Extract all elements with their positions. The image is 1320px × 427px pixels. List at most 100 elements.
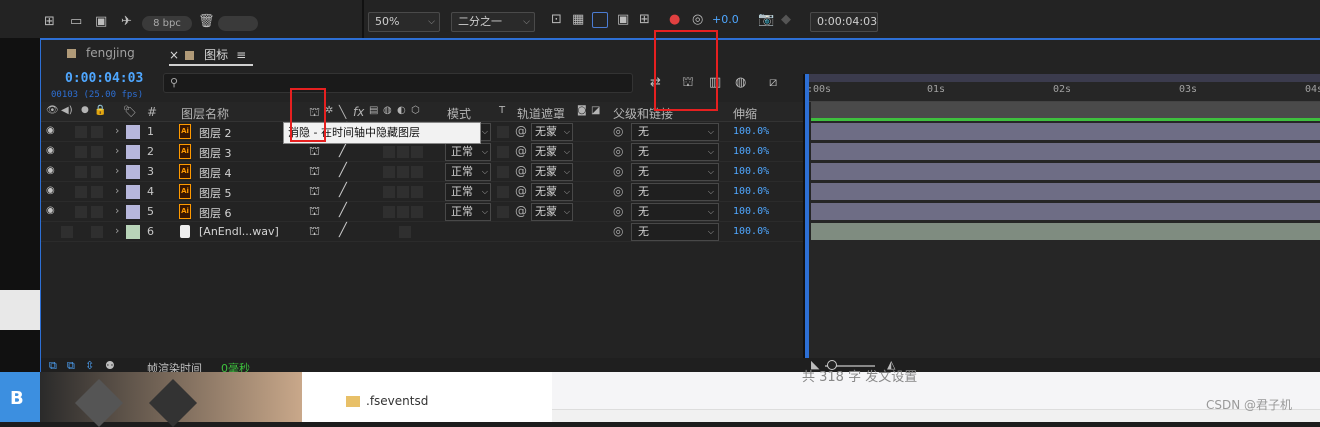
- track-matte-dropdown[interactable]: 无蒙 ⌵: [531, 203, 573, 221]
- solo-toggle[interactable]: [75, 186, 87, 198]
- layer-row[interactable]: ◉ › 3 Ai 图层 4 ⛫ ╱ 正常 ⌵ @ 无蒙 ⌵ ◎ 无 ⌵ 100.0%: [41, 162, 803, 182]
- resolution-dropdown[interactable]: 二分之一 ⌵: [451, 12, 535, 32]
- close-icon[interactable]: ×: [169, 48, 179, 62]
- toolbar-pill[interactable]: [218, 16, 258, 31]
- region-of-interest-icon[interactable]: ⊡: [551, 13, 562, 27]
- eye-icon[interactable]: ◉: [46, 165, 55, 176]
- switch-box[interactable]: [397, 166, 409, 178]
- matte-pickwhip-icon[interactable]: @: [515, 144, 527, 158]
- layer-name[interactable]: 图层 6: [199, 205, 232, 221]
- composition-icon[interactable]: ▣: [95, 15, 107, 29]
- layer-name[interactable]: 图层 4: [199, 165, 232, 181]
- switch-box[interactable]: [399, 226, 411, 238]
- switch-box[interactable]: [383, 186, 395, 198]
- color-channels-icon[interactable]: ●: [669, 13, 680, 27]
- stretch-value[interactable]: 100.0%: [733, 186, 769, 197]
- eye-icon[interactable]: ◉: [46, 125, 55, 136]
- layer-duration-bar[interactable]: [811, 203, 1320, 220]
- layer-name[interactable]: 图层 3: [199, 145, 232, 161]
- shy-switch-icon[interactable]: ⛫: [309, 144, 320, 160]
- track-matte-dropdown[interactable]: 无蒙 ⌵: [531, 183, 573, 201]
- switch-box[interactable]: [411, 186, 423, 198]
- preserve-transparency-toggle[interactable]: [497, 126, 509, 138]
- parent-dropdown[interactable]: 无 ⌵: [631, 183, 719, 201]
- layer-row[interactable]: ◉ › 2 Ai 图层 3 ⛫ ╱ 正常 ⌵ @ 无蒙 ⌵ ◎ 无 ⌵ 100.0%: [41, 142, 803, 162]
- current-time-field[interactable]: 0:00:04:03: [810, 12, 878, 32]
- switch-box[interactable]: [411, 146, 423, 158]
- render-time-icon[interactable]: ⚉: [105, 359, 115, 373]
- label-color-swatch[interactable]: [126, 165, 140, 179]
- switch-box[interactable]: [411, 206, 423, 218]
- solo-toggle[interactable]: [75, 166, 87, 178]
- stretch-value[interactable]: 100.0%: [733, 206, 769, 217]
- eye-icon[interactable]: ◉: [46, 205, 55, 216]
- chevron-right-icon[interactable]: ›: [115, 184, 119, 197]
- label-color-swatch[interactable]: [126, 225, 140, 239]
- parent-pickwhip-icon[interactable]: ◎: [613, 224, 623, 238]
- track-matte-dropdown[interactable]: 无蒙 ⌵: [531, 143, 573, 161]
- preserve-transparency-toggle[interactable]: [497, 146, 509, 158]
- parent-dropdown[interactable]: 无 ⌵: [631, 143, 719, 161]
- layer-name[interactable]: 图层 5: [199, 185, 232, 201]
- eye-icon[interactable]: ◉: [46, 185, 55, 196]
- tab-menu-icon[interactable]: ≡: [236, 48, 246, 62]
- switch-box[interactable]: [383, 206, 395, 218]
- matte-pickwhip-icon[interactable]: @: [515, 184, 527, 198]
- exposure-icon[interactable]: ◎: [692, 13, 703, 27]
- layer-name[interactable]: 图层 2: [199, 125, 232, 141]
- chevron-right-icon[interactable]: ›: [115, 224, 119, 237]
- folder-label[interactable]: .fseventsd: [366, 394, 428, 408]
- current-timecode[interactable]: 0:00:04:03: [65, 71, 143, 86]
- tab-fengjing[interactable]: fengjing: [67, 46, 135, 60]
- graph-editor-icon[interactable]: ⧄: [769, 76, 777, 90]
- track-matte-dropdown[interactable]: 无蒙 ⌵: [531, 163, 573, 181]
- matte-pickwhip-icon[interactable]: @: [515, 204, 527, 218]
- layer-switches-icon[interactable]: ⧉: [49, 359, 57, 373]
- parent-dropdown[interactable]: 无 ⌵: [631, 203, 719, 221]
- layer-row[interactable]: › 6 [AnEndl...wav] ⛫ ╱ ◎ 无 ⌵ 100.0%: [41, 222, 803, 242]
- switch-box[interactable]: [383, 146, 395, 158]
- matte-pickwhip-icon[interactable]: @: [515, 164, 527, 178]
- quality-switch-icon[interactable]: ╱: [339, 203, 347, 218]
- exposure-value[interactable]: +0.0: [712, 13, 739, 27]
- layer-row[interactable]: ◉ › 4 Ai 图层 5 ⛫ ╱ 正常 ⌵ @ 无蒙 ⌵ ◎ 无 ⌵ 100.0%: [41, 182, 803, 202]
- lock-toggle[interactable]: [91, 146, 103, 158]
- transfer-controls-icon[interactable]: ⧉: [67, 359, 75, 373]
- switch-box[interactable]: [411, 166, 423, 178]
- stretch-value[interactable]: 100.0%: [733, 166, 769, 177]
- quality-switch-icon[interactable]: ╱: [339, 223, 347, 238]
- quality-switch-icon[interactable]: ╱: [339, 183, 347, 198]
- parent-dropdown[interactable]: 无 ⌵: [631, 163, 719, 181]
- parent-dropdown[interactable]: 无 ⌵: [631, 223, 719, 241]
- label-color-swatch[interactable]: [126, 185, 140, 199]
- lock-toggle[interactable]: [91, 186, 103, 198]
- parent-dropdown[interactable]: 无 ⌵: [631, 123, 719, 141]
- mask-toggle-icon[interactable]: [592, 12, 608, 28]
- time-ruler[interactable]: :00s 01s 02s 03s 04s: [805, 82, 1320, 102]
- preserve-transparency-toggle[interactable]: [497, 206, 509, 218]
- shy-switch-icon[interactable]: ⛫: [309, 164, 320, 180]
- blend-mode-dropdown[interactable]: 正常 ⌵: [445, 203, 491, 221]
- quality-switch-icon[interactable]: ╱: [339, 143, 347, 158]
- shy-switch-icon[interactable]: ⛫: [309, 204, 320, 220]
- solo-toggle[interactable]: [75, 146, 87, 158]
- zoom-dropdown[interactable]: 50% ⌵: [368, 12, 440, 32]
- pin-icon[interactable]: ✈: [121, 15, 132, 29]
- layer-duration-bar[interactable]: [811, 123, 1320, 140]
- preserve-transparency-toggle[interactable]: [497, 166, 509, 178]
- matte-pickwhip-icon[interactable]: @: [515, 124, 527, 138]
- show-snapshot-icon[interactable]: ◆: [781, 13, 791, 27]
- lock-toggle[interactable]: [91, 206, 103, 218]
- trash-icon[interactable]: 🗑: [198, 15, 215, 29]
- lock-toggle[interactable]: [91, 226, 103, 238]
- transparency-grid-icon[interactable]: ▦: [572, 13, 584, 27]
- layer-duration-bar[interactable]: [811, 183, 1320, 200]
- eye-icon[interactable]: ◉: [46, 145, 55, 156]
- parent-pickwhip-icon[interactable]: ◎: [613, 124, 623, 138]
- flowchart-icon[interactable]: ⊞: [44, 15, 55, 29]
- quality-switch-icon[interactable]: ╱: [339, 163, 347, 178]
- switch-box[interactable]: [383, 166, 395, 178]
- solo-toggle[interactable]: [75, 126, 87, 138]
- layer-duration-bar[interactable]: [811, 143, 1320, 160]
- taskbar-app[interactable]: B: [0, 372, 40, 422]
